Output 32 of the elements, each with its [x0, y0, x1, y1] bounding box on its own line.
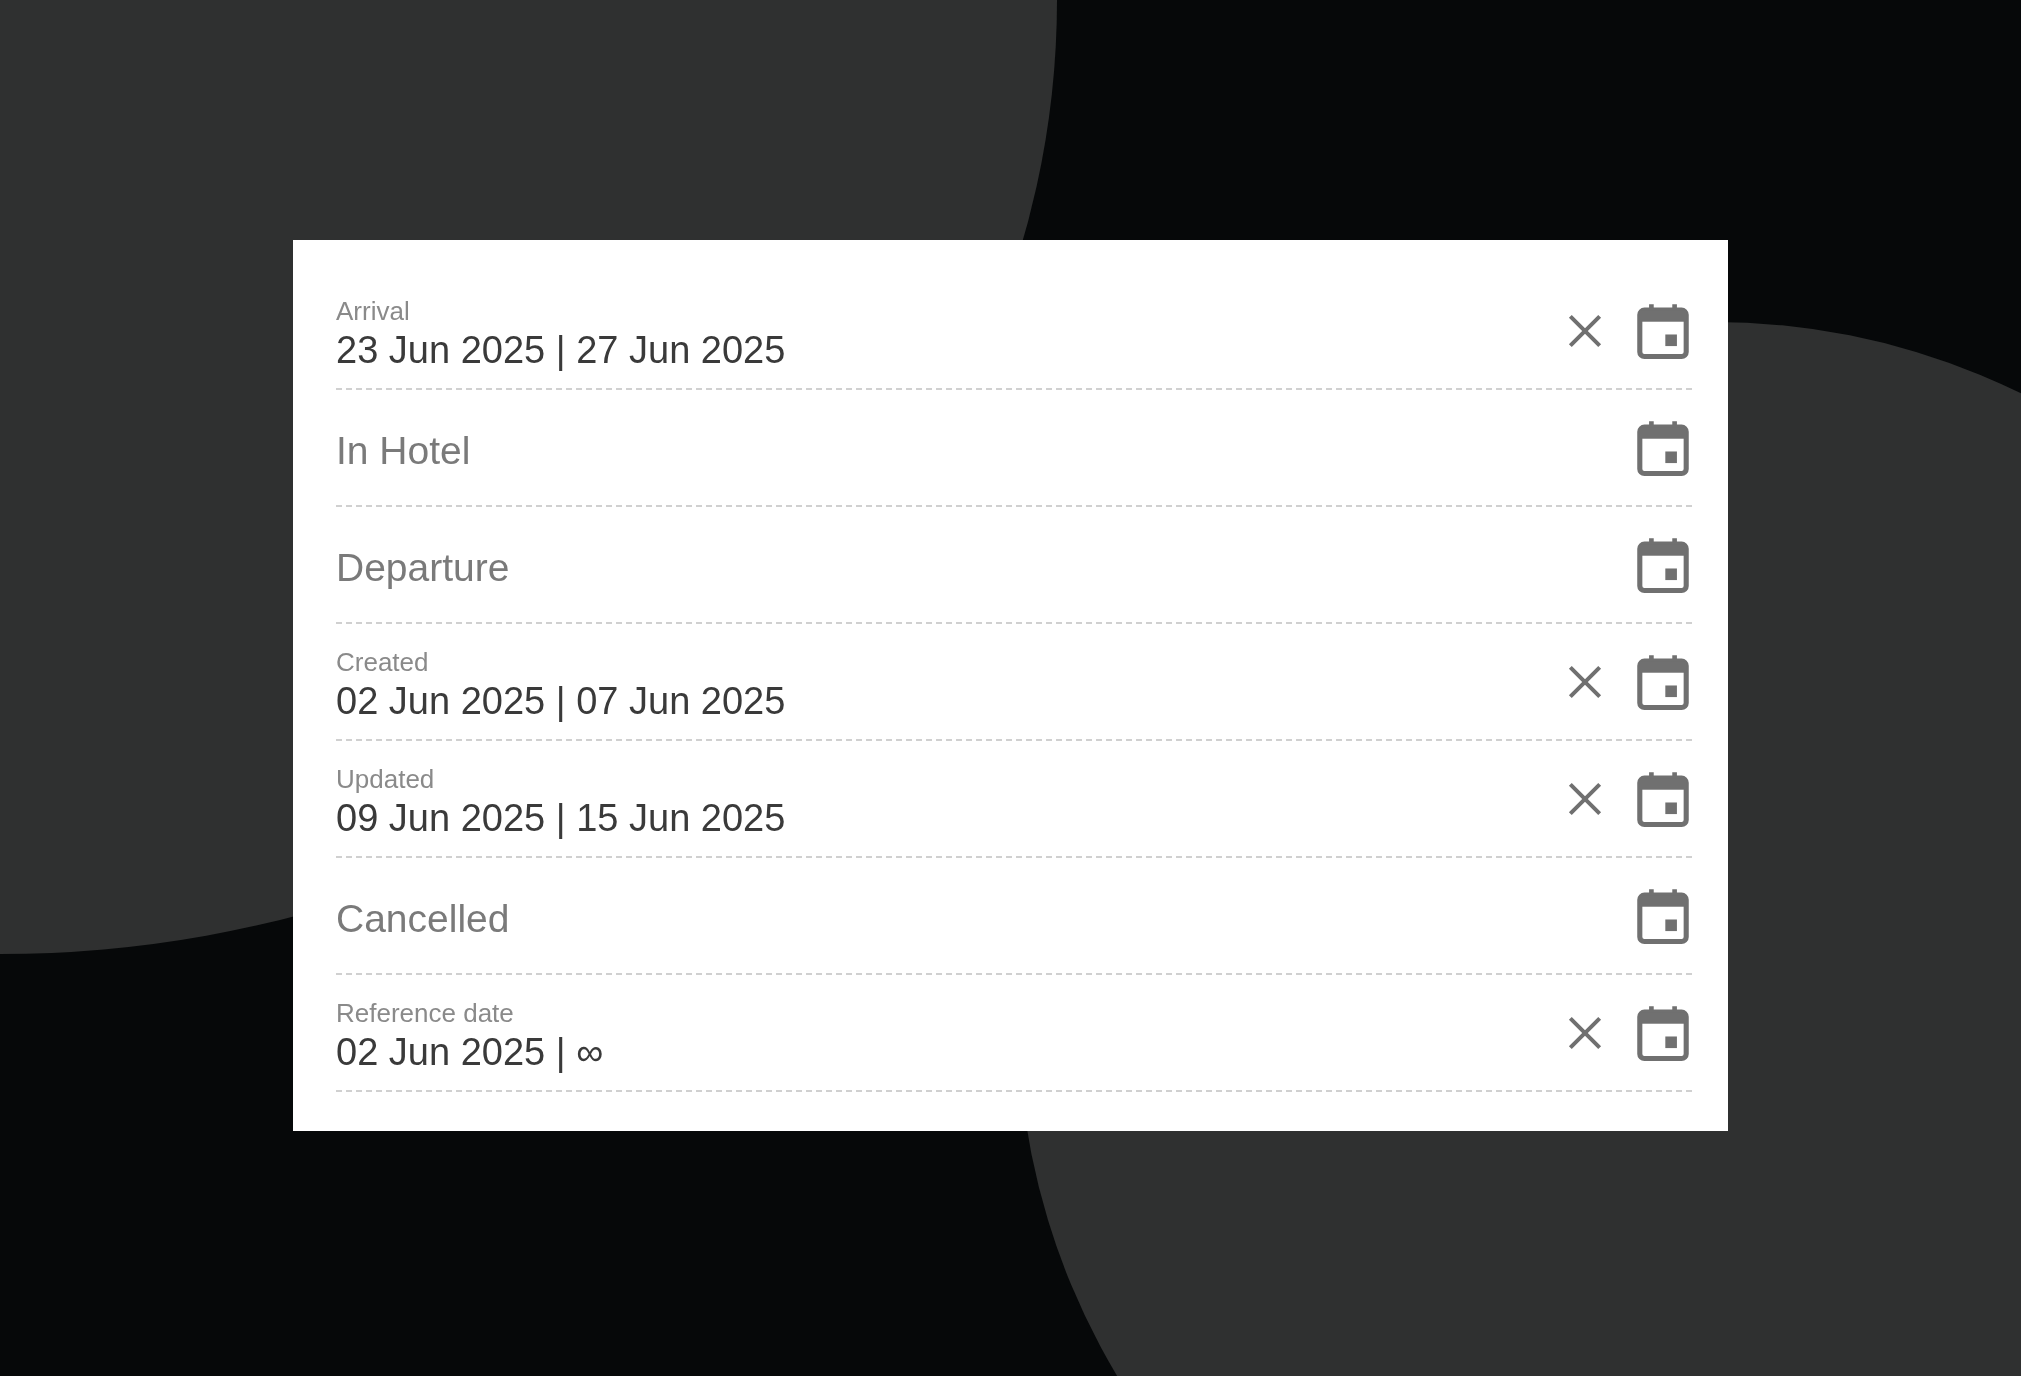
calendar-icon: [1635, 652, 1691, 711]
date-field[interactable]: Arrival 23 Jun 2025 | 27 Jun 2025: [336, 273, 1692, 390]
calendar-button[interactable]: [1634, 418, 1692, 477]
date-field[interactable]: Updated 09 Jun 2025 | 15 Jun 2025: [336, 741, 1692, 858]
calendar-icon: [1635, 301, 1691, 360]
calendar-icon: [1635, 418, 1691, 477]
date-field[interactable]: Departure: [336, 507, 1692, 624]
field-label: Created: [336, 645, 429, 678]
date-field[interactable]: In Hotel: [336, 390, 1692, 507]
calendar-button[interactable]: [1634, 535, 1692, 594]
field-value: 02 Jun 2025 | ∞: [336, 1029, 604, 1075]
date-field[interactable]: Created 02 Jun 2025 | 07 Jun 2025: [336, 624, 1692, 741]
calendar-icon: [1635, 769, 1691, 828]
field-label: Arrival: [336, 294, 410, 327]
field-placeholder: Departure: [336, 544, 510, 591]
calendar-icon: [1635, 535, 1691, 594]
field-value: 09 Jun 2025 | 15 Jun 2025: [336, 795, 786, 841]
calendar-button[interactable]: [1634, 769, 1692, 828]
calendar-button[interactable]: [1634, 652, 1692, 711]
field-value: 23 Jun 2025 | 27 Jun 2025: [336, 327, 786, 373]
field-placeholder: In Hotel: [336, 427, 471, 474]
calendar-button[interactable]: [1634, 301, 1692, 360]
field-label: Updated: [336, 762, 435, 795]
date-field[interactable]: Reference date 02 Jun 2025 | ∞: [336, 975, 1692, 1092]
calendar-icon: [1635, 886, 1691, 945]
calendar-icon: [1635, 1003, 1691, 1062]
field-value: 02 Jun 2025 | 07 Jun 2025: [336, 678, 786, 724]
field-placeholder: Cancelled: [336, 895, 510, 942]
calendar-button[interactable]: [1634, 1003, 1692, 1062]
calendar-button[interactable]: [1634, 886, 1692, 945]
date-field[interactable]: Cancelled: [336, 858, 1692, 975]
field-label: Reference date: [336, 996, 514, 1029]
